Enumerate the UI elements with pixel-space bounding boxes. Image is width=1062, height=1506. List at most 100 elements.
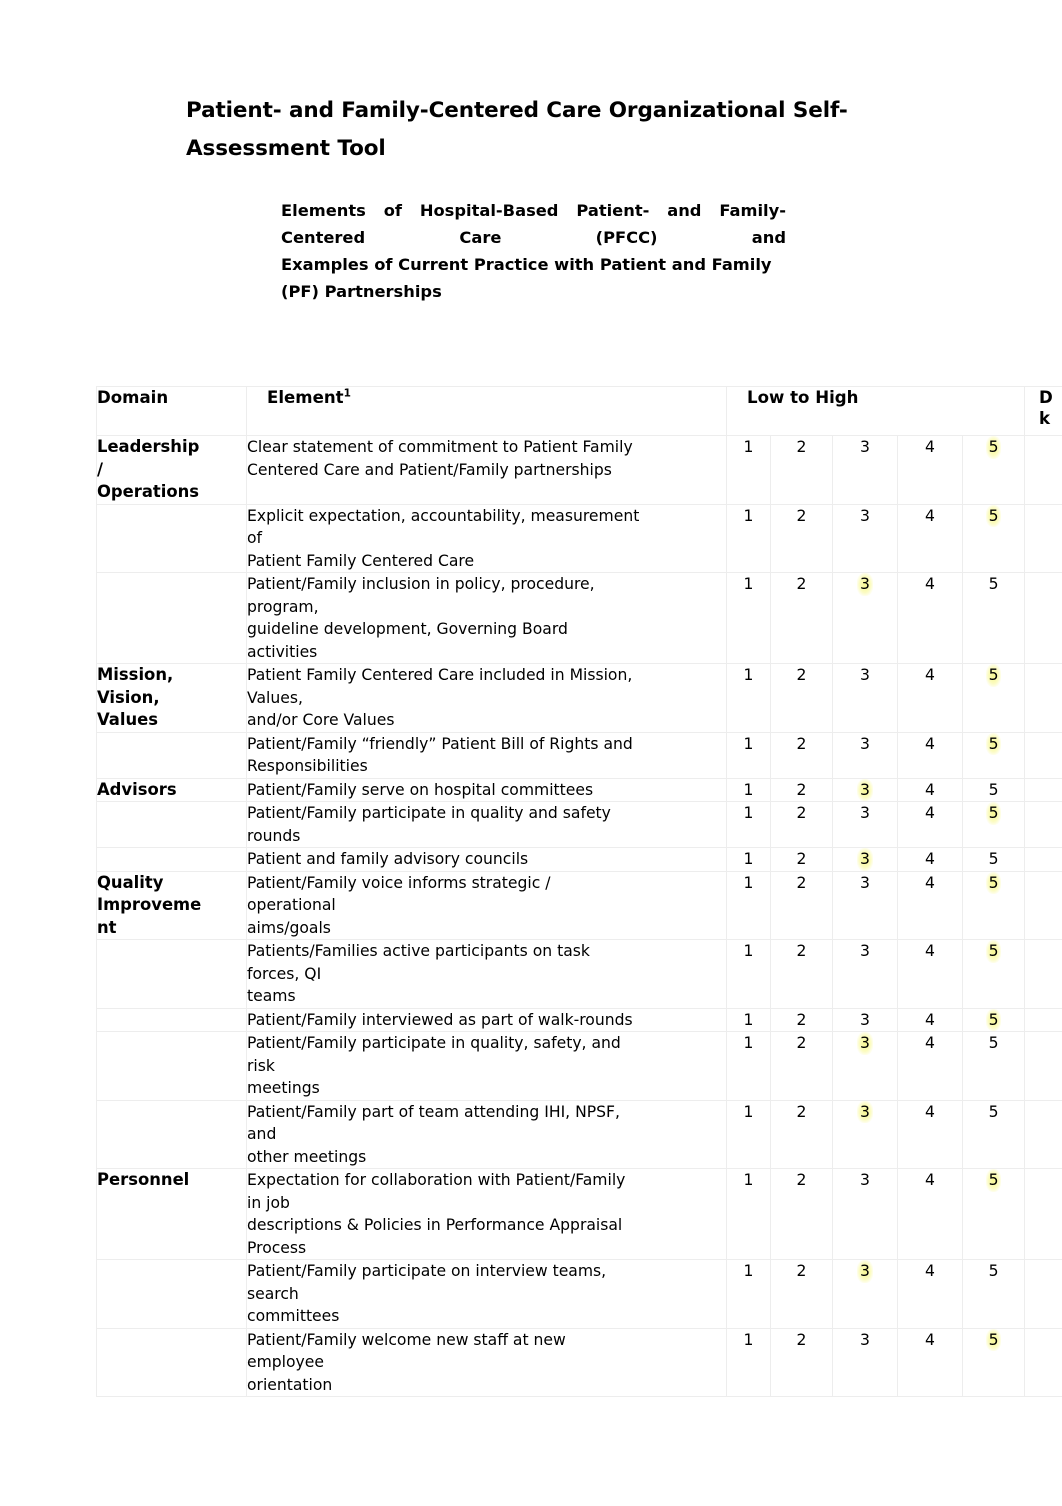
rating-value[interactable]: 2 [794, 436, 810, 459]
rating-option-5[interactable]: 5 [961, 1327, 1026, 1397]
rating-option-4[interactable]: 4 [897, 1168, 963, 1260]
rating-selected[interactable]: 5 [985, 504, 1002, 527]
rating-option-5[interactable]: 5 [961, 939, 1026, 1009]
rating-option-5[interactable]: 5 [961, 1168, 1026, 1260]
rating-option-2[interactable]: 2 [770, 847, 833, 872]
rating-value[interactable]: 1 [741, 505, 757, 528]
rating-option-1[interactable]: 1 [726, 1007, 771, 1032]
rating-option-4[interactable]: 4 [897, 777, 963, 802]
rating-option-3[interactable]: 3 [832, 1327, 898, 1397]
rating-value[interactable]: 4 [922, 1032, 938, 1055]
dont-know-cell[interactable] [1024, 1259, 1062, 1329]
rating-option-5[interactable]: 5 [961, 1259, 1026, 1329]
rating-value[interactable]: 4 [922, 733, 938, 756]
rating-option-3[interactable]: 3 [832, 847, 898, 872]
rating-option-2[interactable]: 2 [770, 1099, 833, 1169]
rating-value[interactable]: 1 [741, 872, 757, 895]
rating-selected[interactable]: 3 [857, 573, 873, 596]
rating-value[interactable]: 4 [922, 1101, 938, 1124]
rating-option-4[interactable]: 4 [897, 1007, 963, 1032]
rating-selected[interactable]: 5 [985, 1169, 1002, 1192]
rating-option-1[interactable]: 1 [726, 1259, 771, 1329]
rating-option-2[interactable]: 2 [770, 663, 833, 733]
rating-value[interactable]: 4 [922, 779, 938, 802]
dont-know-cell[interactable] [1024, 801, 1062, 848]
rating-value[interactable]: 1 [741, 779, 757, 802]
rating-value[interactable]: 3 [857, 436, 873, 459]
rating-option-3[interactable]: 3 [832, 801, 898, 848]
rating-option-2[interactable]: 2 [770, 1168, 833, 1260]
rating-option-3[interactable]: 3 [832, 1259, 898, 1329]
rating-value[interactable]: 3 [857, 802, 873, 825]
rating-value[interactable]: 2 [794, 802, 810, 825]
rating-option-1[interactable]: 1 [726, 731, 771, 779]
rating-value[interactable]: 2 [794, 779, 810, 802]
rating-option-3[interactable]: 3 [832, 1031, 898, 1101]
rating-value[interactable]: 1 [741, 1329, 757, 1352]
rating-value[interactable]: 3 [857, 505, 873, 528]
rating-value[interactable]: 1 [741, 573, 757, 596]
rating-selected[interactable]: 5 [985, 664, 1002, 687]
rating-value[interactable]: 4 [922, 573, 938, 596]
rating-value[interactable]: 4 [922, 505, 938, 528]
rating-option-3[interactable]: 3 [832, 572, 898, 664]
dont-know-cell[interactable] [1024, 777, 1062, 802]
rating-value[interactable]: 3 [857, 664, 873, 687]
rating-option-1[interactable]: 1 [726, 801, 771, 848]
rating-value[interactable]: 2 [794, 872, 810, 895]
rating-option-1[interactable]: 1 [726, 663, 771, 733]
rating-value[interactable]: 2 [794, 848, 810, 871]
rating-option-2[interactable]: 2 [770, 731, 833, 779]
rating-option-4[interactable]: 4 [897, 731, 963, 779]
rating-option-2[interactable]: 2 [770, 870, 833, 940]
dont-know-cell[interactable] [1024, 503, 1062, 573]
rating-option-5[interactable]: 5 [961, 435, 1026, 505]
rating-option-5[interactable]: 5 [961, 572, 1026, 664]
rating-option-4[interactable]: 4 [897, 870, 963, 940]
dont-know-cell[interactable] [1024, 847, 1062, 872]
dont-know-cell[interactable] [1024, 1099, 1062, 1169]
rating-value[interactable]: 4 [922, 940, 938, 963]
rating-option-2[interactable]: 2 [770, 1259, 833, 1329]
rating-value[interactable]: 2 [794, 1169, 810, 1192]
rating-value[interactable]: 5 [986, 573, 1002, 596]
rating-option-2[interactable]: 2 [770, 801, 833, 848]
rating-value[interactable]: 5 [986, 1101, 1002, 1124]
rating-option-3[interactable]: 3 [832, 1007, 898, 1032]
rating-selected[interactable]: 3 [857, 1260, 873, 1283]
rating-option-1[interactable]: 1 [726, 1031, 771, 1101]
rating-option-5[interactable]: 5 [961, 801, 1026, 848]
rating-value[interactable]: 4 [922, 848, 938, 871]
rating-option-5[interactable]: 5 [961, 847, 1026, 872]
rating-value[interactable]: 1 [741, 1032, 757, 1055]
rating-value[interactable]: 4 [922, 664, 938, 687]
rating-option-4[interactable]: 4 [897, 939, 963, 1009]
rating-option-1[interactable]: 1 [726, 572, 771, 664]
rating-selected[interactable]: 3 [857, 1032, 873, 1055]
rating-value[interactable]: 3 [857, 1009, 873, 1032]
rating-option-2[interactable]: 2 [770, 503, 833, 573]
rating-option-1[interactable]: 1 [726, 1168, 771, 1260]
rating-option-3[interactable]: 3 [832, 870, 898, 940]
rating-value[interactable]: 4 [922, 1009, 938, 1032]
rating-value[interactable]: 2 [794, 940, 810, 963]
rating-selected[interactable]: 3 [857, 1100, 873, 1123]
rating-value[interactable]: 5 [986, 848, 1002, 871]
rating-option-3[interactable]: 3 [832, 939, 898, 1009]
rating-option-4[interactable]: 4 [897, 847, 963, 872]
rating-value[interactable]: 5 [986, 1032, 1002, 1055]
rating-option-5[interactable]: 5 [961, 1031, 1026, 1101]
dont-know-cell[interactable] [1024, 939, 1062, 1009]
rating-value[interactable]: 1 [741, 1009, 757, 1032]
dont-know-cell[interactable] [1024, 1007, 1062, 1032]
rating-option-1[interactable]: 1 [726, 870, 771, 940]
rating-option-1[interactable]: 1 [726, 1327, 771, 1397]
rating-option-3[interactable]: 3 [832, 503, 898, 573]
rating-value[interactable]: 1 [741, 733, 757, 756]
rating-selected[interactable]: 5 [985, 871, 1002, 894]
rating-option-1[interactable]: 1 [726, 435, 771, 505]
rating-option-2[interactable]: 2 [770, 1031, 833, 1101]
rating-value[interactable]: 1 [741, 1260, 757, 1283]
rating-value[interactable]: 1 [741, 848, 757, 871]
rating-value[interactable]: 1 [741, 802, 757, 825]
